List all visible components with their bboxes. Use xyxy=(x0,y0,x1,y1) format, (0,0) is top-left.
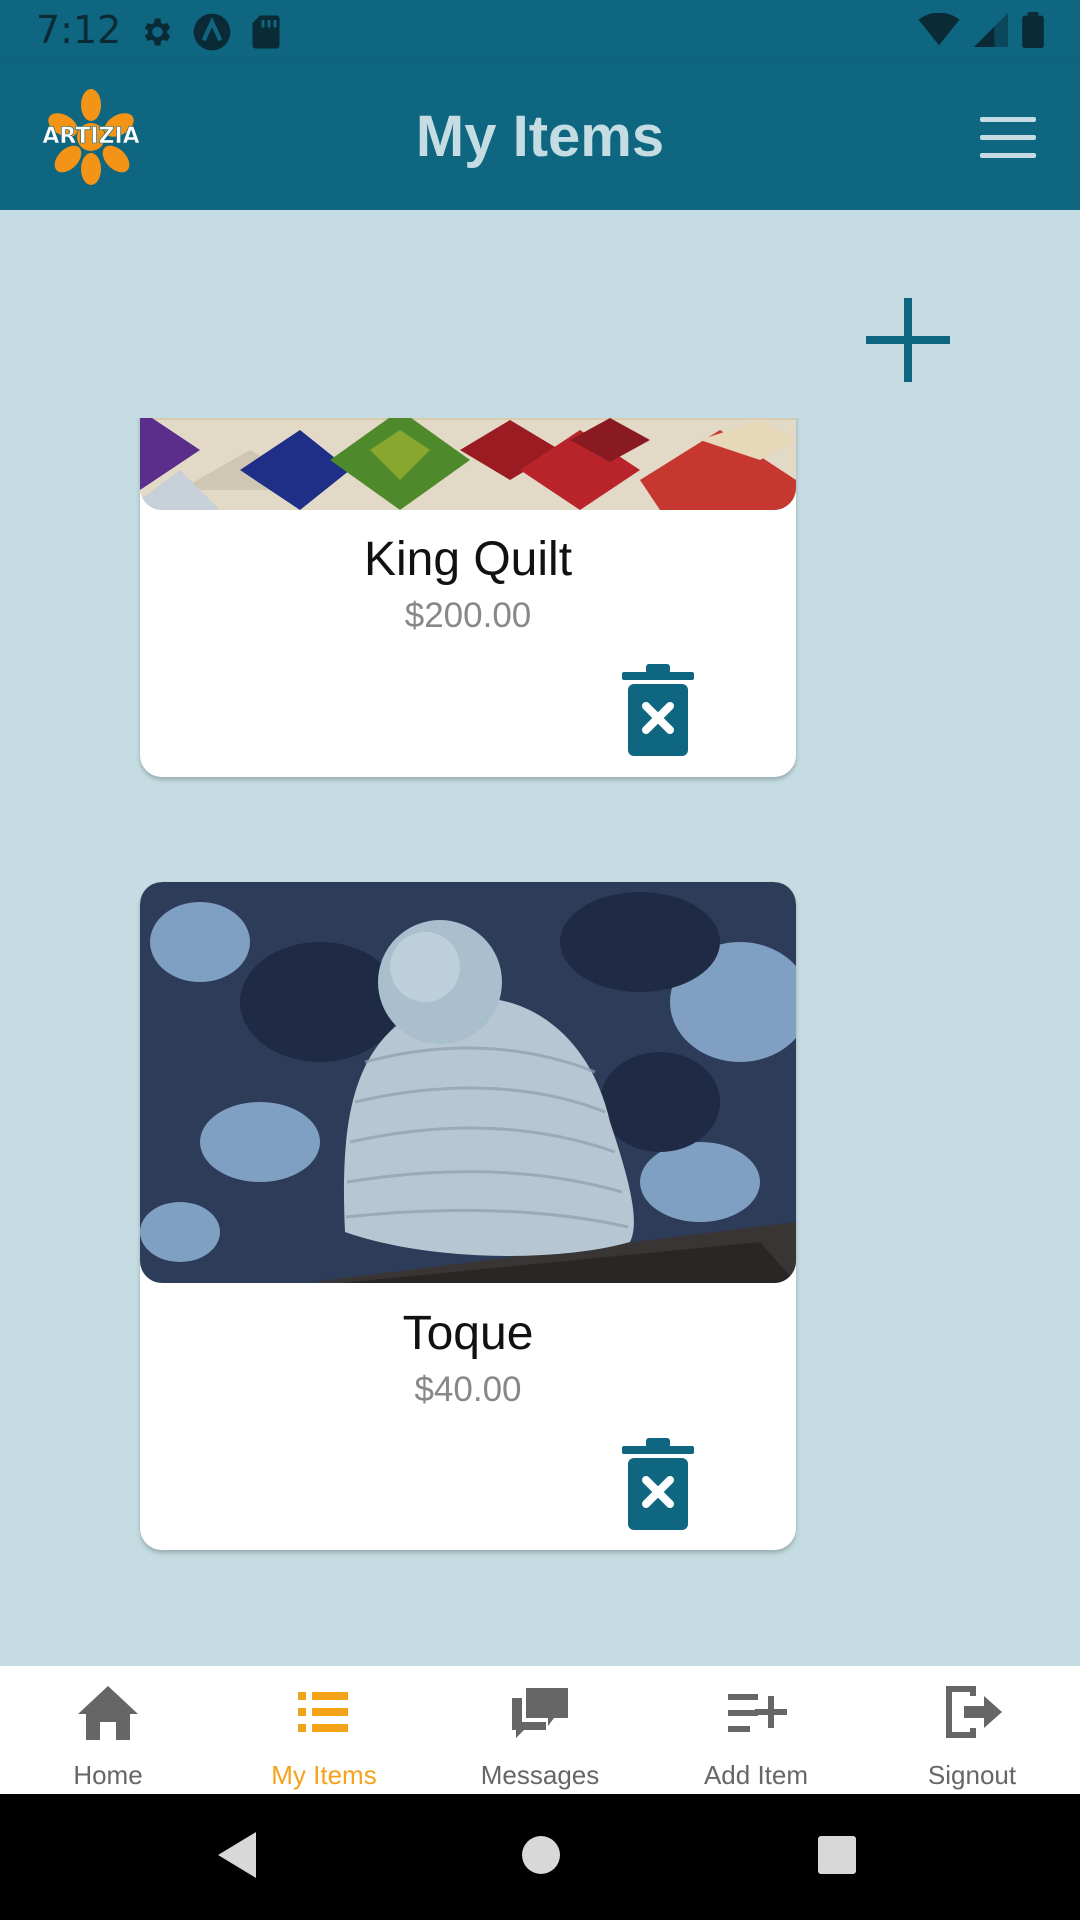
chat-icon xyxy=(512,1688,568,1738)
status-time: 7:12 xyxy=(36,8,122,52)
nav-label-signout: Signout xyxy=(927,1760,1017,1790)
add-item-icon[interactable] xyxy=(866,298,950,382)
nav-item-signout[interactable]: Signout xyxy=(864,1666,1080,1794)
nav-label-home: Home xyxy=(73,1760,143,1790)
list-icon xyxy=(298,1692,348,1732)
settings-icon xyxy=(144,18,171,46)
system-nav-bar xyxy=(0,1794,1080,1920)
sd-card-icon xyxy=(252,15,280,49)
status-icons-left xyxy=(138,12,282,52)
toque-image xyxy=(140,882,796,1283)
item-price: $200.00 xyxy=(404,596,532,635)
item-image xyxy=(140,882,796,1283)
item-title: King Quilt xyxy=(363,533,573,586)
hamburger-menu-icon[interactable] xyxy=(980,117,1036,159)
playlist-add-icon xyxy=(728,1694,787,1732)
item-title: Toque xyxy=(402,1307,534,1360)
wifi-icon xyxy=(918,13,960,46)
signout-icon xyxy=(946,1686,1002,1738)
status-bar: 7:12 xyxy=(0,0,1080,63)
signal-icon xyxy=(974,13,1008,47)
battery-icon xyxy=(1022,12,1044,48)
delete-icon[interactable] xyxy=(622,664,694,756)
delete-icon[interactable] xyxy=(622,1438,694,1530)
item-card[interactable]: Toque $40.00 xyxy=(140,882,796,1550)
item-price: $40.00 xyxy=(414,1370,522,1409)
nav-item-add-item[interactable]: Add Item xyxy=(648,1666,864,1794)
recents-icon[interactable] xyxy=(816,1830,858,1880)
back-icon[interactable] xyxy=(216,1830,258,1880)
nav-item-my-items[interactable]: My Items xyxy=(216,1666,432,1794)
nav-label-my-items: My Items xyxy=(271,1760,377,1790)
nav-item-messages[interactable]: Messages xyxy=(432,1666,648,1794)
home-button-icon[interactable] xyxy=(520,1830,562,1880)
page-title: My Items xyxy=(415,104,665,169)
nav-item-home[interactable]: Home xyxy=(0,1666,216,1794)
nav-label-add-item: Add Item xyxy=(703,1760,809,1790)
bottom-nav: Home My Items Messages Add Item Signout xyxy=(0,1666,1080,1794)
home-icon xyxy=(78,1686,138,1740)
status-icons-right xyxy=(918,12,1044,48)
nav-label-messages: Messages xyxy=(480,1760,600,1790)
app-badge-icon xyxy=(193,13,231,51)
app-bar: ARTIZIA My Items xyxy=(0,63,1080,210)
